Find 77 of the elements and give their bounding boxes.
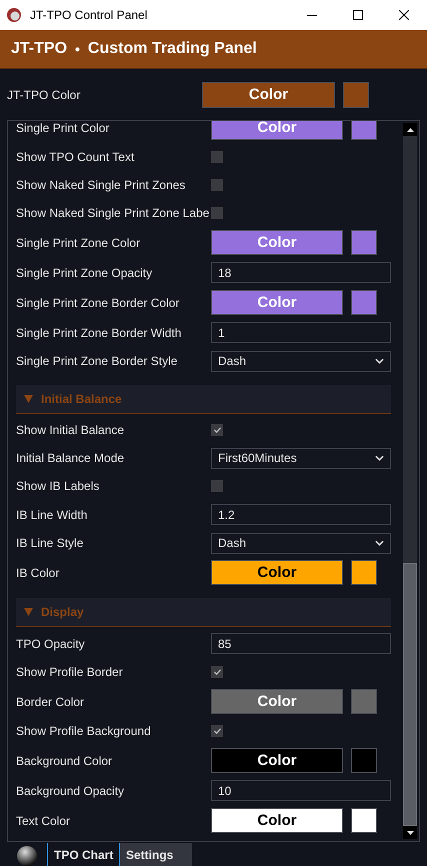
color-swatch[interactable]: [351, 808, 377, 833]
dropdown[interactable]: First60Minutes: [211, 448, 391, 468]
header-subtitle: Custom Trading Panel: [88, 39, 257, 59]
setting-label: Show Profile Border: [16, 664, 124, 681]
sphere-icon: [17, 846, 37, 866]
dropdown[interactable]: Dash: [211, 350, 391, 372]
minimize-icon: [307, 14, 317, 16]
color-button[interactable]: Color: [211, 560, 343, 585]
color-swatch[interactable]: [351, 560, 377, 585]
setting-label: Initial Balance Mode: [16, 450, 126, 467]
chevron-down-icon: [375, 540, 384, 546]
setting-label: Show Naked Single Print Zones: [16, 177, 186, 194]
number-field[interactable]: 1.2: [211, 504, 391, 525]
checkmark-icon: [214, 427, 220, 433]
setting-label: Single Print Zone Color: [16, 234, 142, 252]
checkmark-icon: [214, 669, 220, 675]
chevron-down-icon: [375, 455, 384, 461]
color-button[interactable]: Color: [211, 290, 343, 315]
setting-label: Show Profile Background: [16, 723, 152, 740]
color-swatch[interactable]: [351, 290, 377, 315]
checkmark-icon: [214, 728, 220, 734]
arrow-down-icon: [406, 830, 414, 834]
setting-label: Single Print Color: [16, 121, 110, 136]
collapse-triangle-icon: [24, 395, 33, 403]
number-field[interactable]: 1: [211, 322, 391, 343]
checkbox[interactable]: [211, 424, 223, 436]
color-button[interactable]: Color: [211, 808, 343, 833]
setting-label: Show TPO Count Text: [16, 149, 136, 166]
setting-label: Background Opacity: [16, 782, 126, 800]
collapse-triangle-icon: [24, 608, 33, 616]
setting-label: JT-TPO Color: [7, 86, 82, 104]
setting-label: IB Line Style: [16, 535, 84, 552]
setting-label: Show Naked Single Print Zone Labe: [16, 205, 210, 222]
chevron-down-icon: [375, 358, 384, 364]
setting-label: Single Print Zone Border Style: [16, 353, 178, 370]
app-icon: [6, 7, 22, 23]
color-button[interactable]: Color: [211, 121, 343, 140]
maximize-icon: [353, 10, 363, 20]
setting-label: Show Initial Balance: [16, 422, 126, 439]
color-button[interactable]: Color: [211, 689, 343, 714]
setting-label: Border Color: [16, 694, 86, 710]
color-swatch[interactable]: [343, 82, 369, 108]
brand-title: JT-TPO: [11, 39, 68, 59]
scroll-up-button[interactable]: [403, 123, 417, 136]
checkbox[interactable]: [211, 480, 223, 492]
checkbox[interactable]: [211, 179, 223, 191]
color-swatch[interactable]: [351, 689, 377, 714]
separator: •: [75, 40, 80, 58]
setting-label: Single Print Zone Opacity: [16, 264, 154, 282]
color-button[interactable]: Color: [211, 748, 343, 773]
checkbox[interactable]: [211, 725, 223, 737]
color-button[interactable]: Color: [202, 82, 335, 108]
color-swatch[interactable]: [351, 748, 377, 773]
close-icon: [399, 10, 409, 20]
color-swatch[interactable]: [351, 121, 377, 140]
setting-label: Single Print Zone Border Width: [16, 324, 182, 342]
color-swatch[interactable]: [351, 230, 377, 255]
setting-label: Text Color: [16, 812, 72, 830]
setting-label: TPO Opacity: [16, 636, 86, 652]
window-title: JT-TPO Control Panel: [30, 7, 148, 24]
scroll-down-button[interactable]: [403, 826, 417, 839]
checkbox[interactable]: [211, 666, 223, 678]
number-field[interactable]: 85: [211, 633, 391, 654]
scroll-thumb[interactable]: [403, 563, 417, 826]
setting-label: IB Color: [16, 564, 60, 582]
color-button[interactable]: Color: [211, 230, 343, 255]
checkbox[interactable]: [211, 151, 223, 163]
arrow-up-icon: [406, 128, 414, 132]
checkbox[interactable]: [211, 207, 223, 219]
number-field[interactable]: 18: [211, 262, 391, 283]
number-field[interactable]: 10: [211, 780, 391, 801]
tab[interactable]: Settings: [119, 843, 192, 866]
dropdown[interactable]: Dash: [211, 532, 391, 554]
setting-label: Background Color: [16, 752, 114, 770]
setting-label: Single Print Zone Border Color: [16, 294, 180, 312]
setting-label: Show IB Labels: [16, 478, 100, 495]
setting-label: IB Line Width: [16, 506, 88, 524]
